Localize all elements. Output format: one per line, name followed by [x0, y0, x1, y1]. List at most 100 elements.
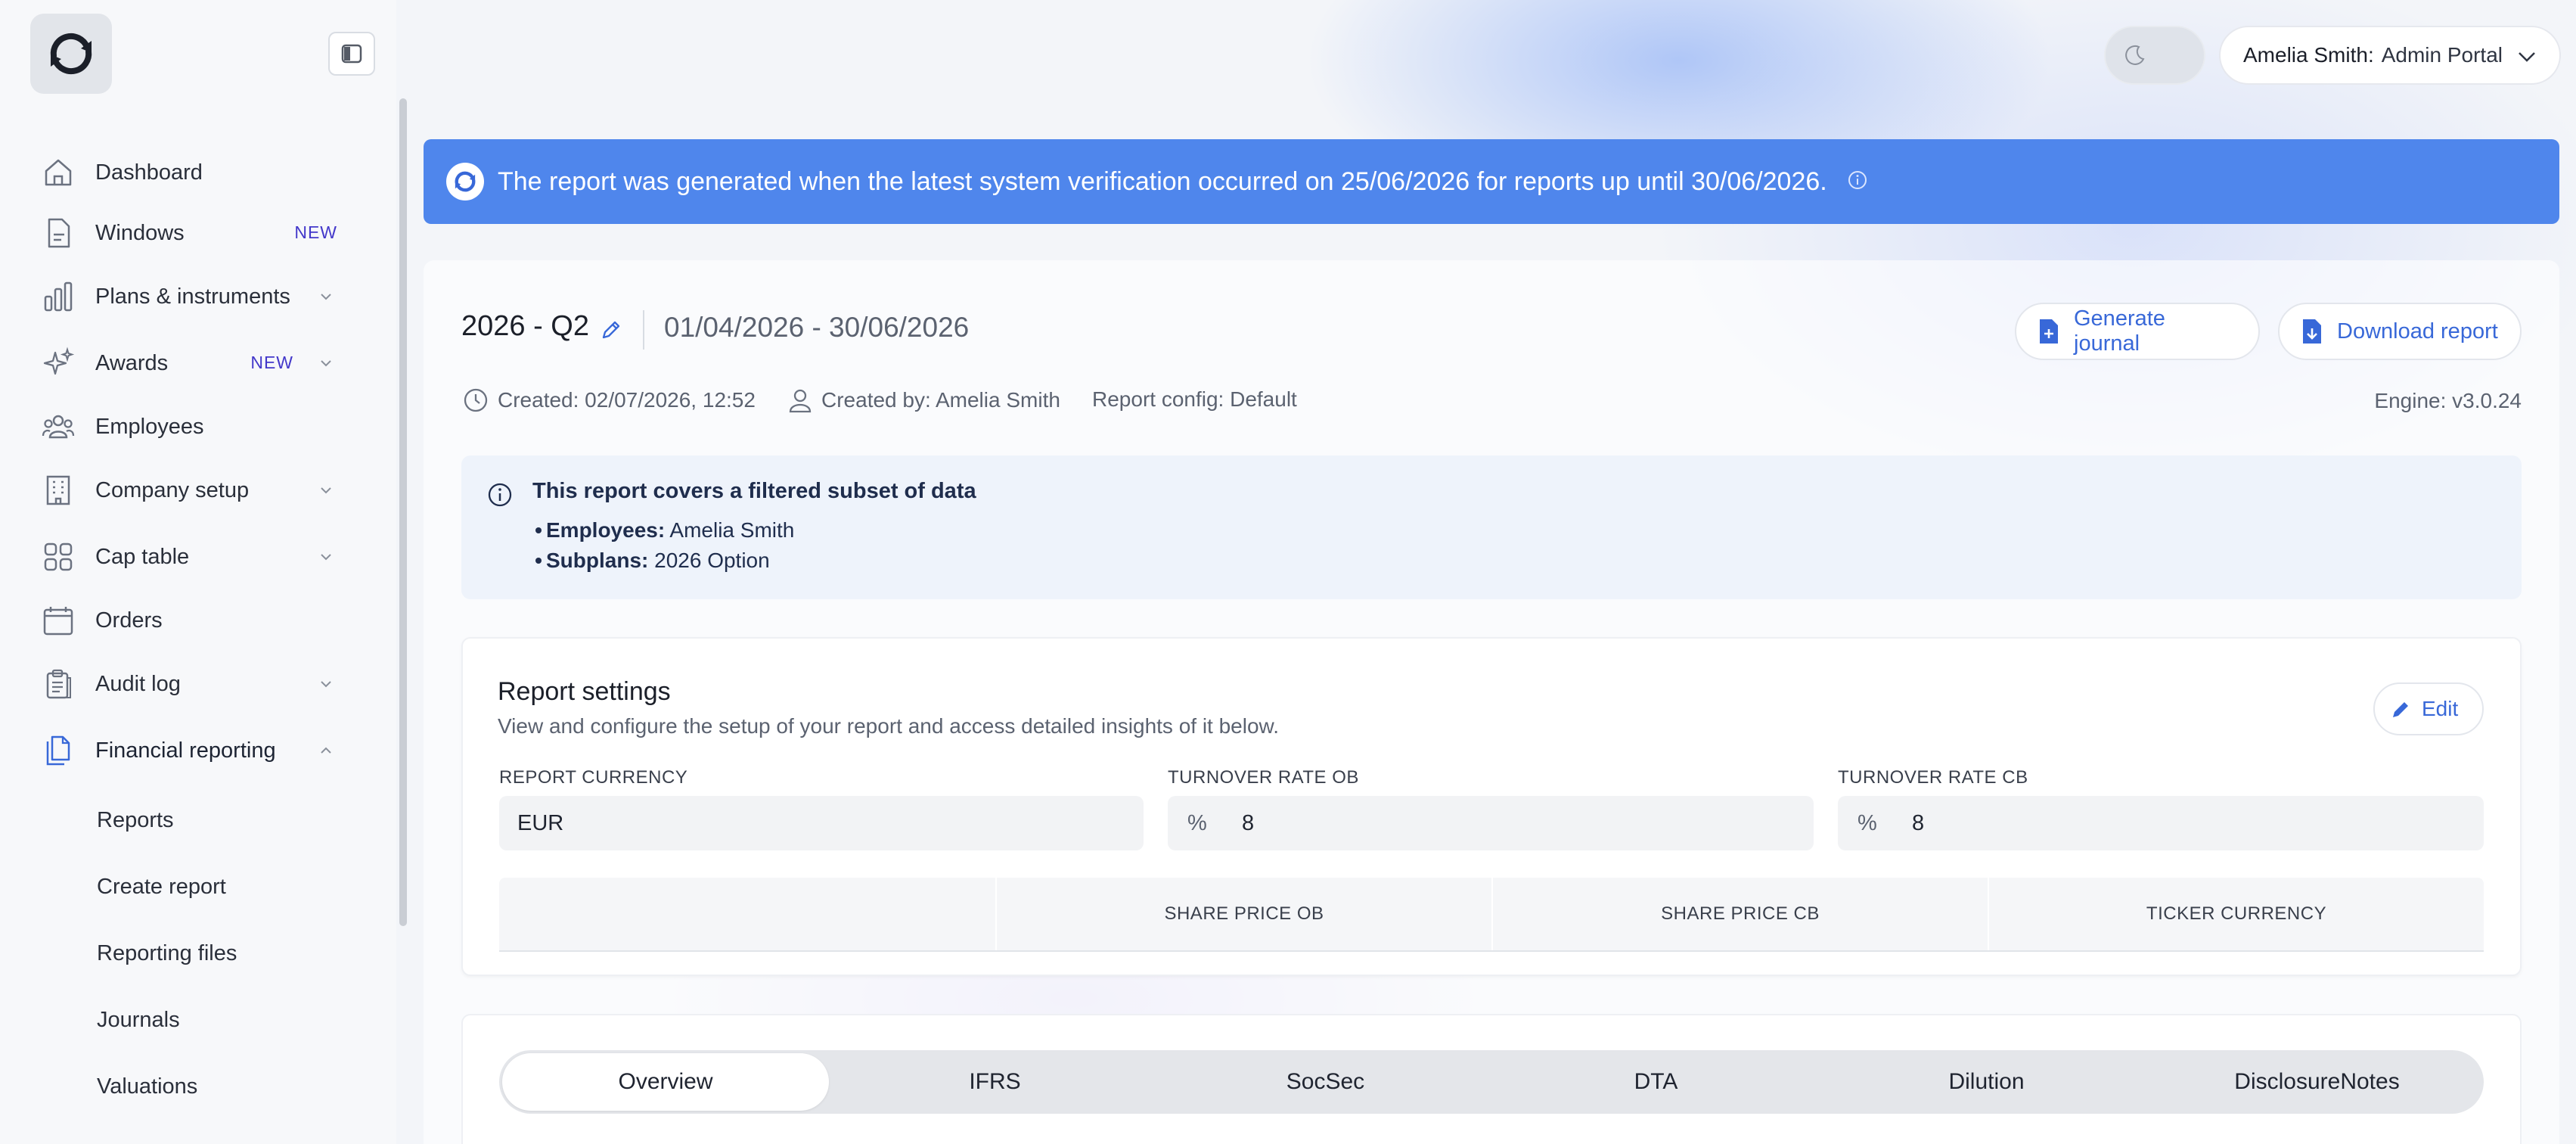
filter-employees-label: Employees: — [546, 518, 666, 542]
brand-logo-icon — [446, 163, 484, 201]
user-icon — [788, 387, 812, 413]
sidebar-item-company-setup[interactable]: Company setup — [39, 464, 357, 517]
sidebar-item-dashboard[interactable]: Dashboard — [39, 146, 357, 199]
chevron-down-icon — [321, 360, 331, 367]
sidebar-item-plans[interactable]: Plans & instruments — [39, 270, 357, 323]
generate-journal-label: Generate journal — [2074, 306, 2165, 356]
sidebar-subitem-journals[interactable]: Journals — [97, 997, 180, 1043]
filter-subplans-label: Subplans: — [546, 549, 649, 572]
tab-dilution[interactable]: Dilution — [1821, 1050, 2152, 1114]
share-price-table-header: SHARE PRICE OB SHARE PRICE CB TICKER CUR… — [499, 878, 2484, 952]
sidebar: Dashboard Windows NEW Plans & instrument… — [0, 0, 396, 1144]
report-settings-title: Report settings — [498, 677, 671, 706]
created-date-text: Created: 02/07/2026, 12:52 — [498, 388, 756, 412]
portal-name: Admin Portal — [2381, 43, 2503, 67]
filter-employees-value: Amelia Smith — [669, 518, 795, 542]
sidebar-subitem-valuations[interactable]: Valuations — [97, 1064, 197, 1109]
turnover-cb-value: 8 — [1912, 810, 1925, 835]
created-date: Created: 02/07/2026, 12:52 — [463, 387, 756, 413]
files-icon — [39, 732, 77, 769]
bar-chart-icon — [39, 278, 77, 316]
created-by: Created by: Amelia Smith — [788, 387, 1060, 413]
building-icon — [39, 471, 77, 509]
percent-symbol: % — [1187, 810, 1207, 835]
edit-settings-button[interactable]: Edit — [2373, 682, 2484, 735]
sidebar-item-label: Plans & instruments — [95, 284, 290, 309]
download-report-button[interactable]: Download report — [2278, 303, 2522, 360]
sidebar-item-label: Orders — [95, 608, 163, 633]
sidebar-item-financial-reporting[interactable]: Financial reporting — [39, 724, 357, 777]
panel-icon — [341, 44, 362, 64]
filter-subplans-value: 2026 Option — [654, 549, 770, 572]
created-by-text: Created by: Amelia Smith — [821, 388, 1060, 412]
sidebar-item-label: Audit log — [95, 671, 181, 696]
sidebar-item-orders[interactable]: Orders — [39, 594, 357, 647]
title-divider — [643, 310, 644, 350]
edit-title-pencil-icon[interactable] — [599, 318, 623, 346]
sidebar-subitem-create-report[interactable]: Create report — [97, 864, 226, 909]
sidebar-item-windows[interactable]: Windows NEW — [39, 207, 357, 260]
report-period-title: 2026 - Q2 — [461, 310, 589, 342]
report-config: Report config: Default — [1092, 387, 1297, 412]
home-icon — [39, 154, 77, 191]
sidebar-item-label: Company setup — [95, 477, 250, 502]
banner-text: The report was generated when the latest… — [498, 166, 1827, 196]
sidebar-item-awards[interactable]: Awards NEW — [39, 337, 357, 390]
info-icon — [487, 482, 513, 511]
chevron-down-icon — [321, 681, 331, 688]
sidebar-item-employees[interactable]: Employees — [39, 400, 357, 453]
report-currency-value: EUR — [517, 810, 564, 835]
filter-subplans: Subplans: 2026 Option — [535, 549, 770, 573]
report-period-range: 01/04/2026 - 30/06/2026 — [664, 312, 970, 343]
sparkles-icon — [39, 344, 77, 382]
tab-socsec[interactable]: SocSec — [1160, 1050, 1491, 1114]
verification-banner: The report was generated when the latest… — [424, 139, 2559, 224]
sidebar-subitem-reports[interactable]: Reports — [97, 797, 174, 843]
report-config-text: Report config: Default — [1092, 387, 1297, 411]
app-logo[interactable] — [30, 14, 112, 94]
sidebar-scrollbar[interactable] — [399, 98, 407, 926]
user-name: Amelia Smith: — [2243, 43, 2374, 67]
new-badge: NEW — [294, 222, 337, 242]
tab-dta[interactable]: DTA — [1491, 1050, 1821, 1114]
info-icon[interactable] — [1847, 169, 1868, 194]
table-header-cell: TICKER CURRENCY — [1988, 878, 2484, 950]
table-header-cell: SHARE PRICE OB — [995, 878, 1491, 950]
chevron-up-icon — [321, 747, 331, 754]
filter-notice-title: This report covers a filtered subset of … — [532, 479, 976, 503]
sidebar-item-cap-table[interactable]: Cap table — [39, 530, 357, 583]
tab-ifrs[interactable]: IFRS — [830, 1050, 1160, 1114]
turnover-ob-field: % 8 — [1168, 796, 1814, 850]
report-tabs: Overview IFRS SocSec DTA Dilution Disclo… — [499, 1050, 2484, 1114]
tab-overview[interactable]: Overview — [502, 1053, 829, 1111]
file-plus-icon — [2038, 318, 2060, 345]
turnover-ob-value: 8 — [1242, 810, 1255, 835]
table-header-cell — [499, 878, 995, 950]
theme-toggle[interactable] — [2104, 26, 2205, 85]
generate-journal-button[interactable]: Generate journal — [2015, 303, 2260, 360]
pencil-icon — [2390, 698, 2413, 720]
moon-icon — [2125, 45, 2145, 65]
sidebar-item-audit-log[interactable]: Audit log — [39, 657, 357, 710]
sidebar-item-label: Awards — [95, 350, 169, 375]
report-currency-label: REPORT CURRENCY — [499, 767, 688, 788]
user-menu[interactable]: Amelia Smith: Admin Portal — [2219, 26, 2561, 85]
percent-symbol: % — [1858, 810, 1877, 835]
sidebar-collapse-button[interactable] — [328, 32, 375, 76]
report-currency-field: EUR — [499, 796, 1144, 850]
calendar-icon — [39, 602, 77, 639]
sidebar-item-label: Employees — [95, 414, 204, 439]
sidebar-item-label: Cap table — [95, 544, 190, 569]
sidebar-subitem-reporting-files[interactable]: Reporting files — [97, 931, 237, 976]
filter-employees: Employees: Amelia Smith — [535, 518, 795, 542]
turnover-ob-label: TURNOVER RATE OB — [1168, 767, 1359, 788]
engine-version: Engine: v3.0.24 — [2374, 389, 2522, 412]
chevron-down-icon — [2519, 52, 2535, 62]
tab-disclosure-notes[interactable]: DisclosureNotes — [2152, 1050, 2482, 1114]
file-download-icon — [2301, 318, 2323, 345]
users-icon — [39, 408, 77, 446]
turnover-cb-field: % 8 — [1838, 796, 2484, 850]
chevron-down-icon — [321, 554, 331, 561]
clipboard-icon — [39, 665, 77, 703]
chevron-down-icon — [321, 294, 331, 300]
